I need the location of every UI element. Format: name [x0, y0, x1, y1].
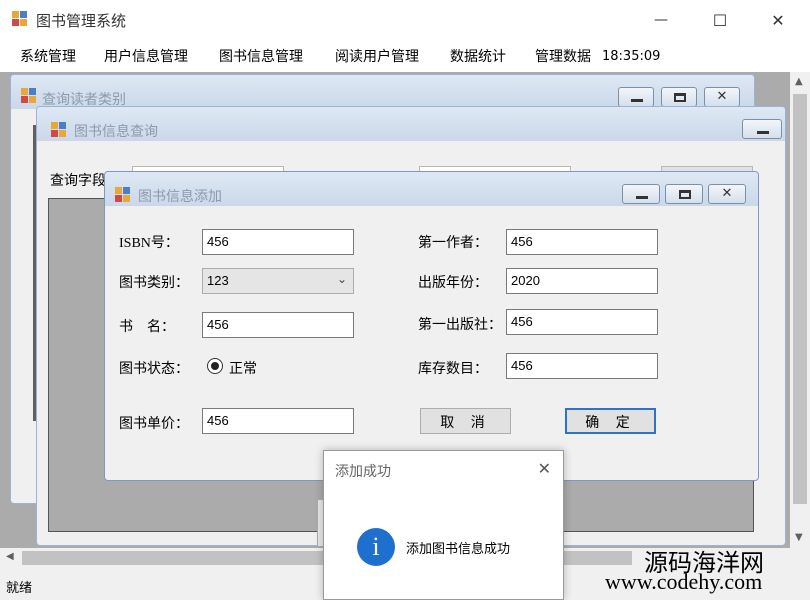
minimize-button[interactable] [742, 119, 782, 139]
isbn-input[interactable]: 456 [202, 229, 354, 255]
status-radio[interactable] [207, 358, 223, 374]
stock-input[interactable]: 456 [506, 353, 658, 379]
close-button[interactable]: ✕ [758, 6, 798, 34]
window-book-add: 图书信息添加 ✕ ISBN号： 456 图书类别： 123 ⌄ 书 名： 456… [104, 171, 759, 481]
ok-button[interactable]: 确 定 [565, 408, 656, 434]
information-icon: i [357, 528, 395, 566]
window-title: 图书信息查询 [74, 124, 158, 140]
minimize-button[interactable]: — [641, 6, 681, 34]
minimize-button[interactable] [618, 87, 654, 107]
message-box: 添加成功 ✕ i 添加图书信息成功 [323, 450, 564, 600]
scroll-up-icon[interactable]: ▲ [795, 76, 803, 87]
name-label: 书 名： [119, 319, 175, 335]
status-option-label[interactable]: 正常 [229, 358, 257, 378]
maximize-button[interactable] [665, 184, 703, 204]
window-titlebar: 图书信息添加 ✕ [105, 172, 758, 206]
menu-data-admin[interactable]: 管理数据 [535, 46, 591, 66]
window-icon [51, 122, 67, 138]
close-icon[interactable]: ✕ [538, 459, 551, 478]
app-titlebar: 图书管理系统 — ☐ ✕ [0, 0, 810, 40]
scroll-left-icon[interactable]: ◀ [6, 551, 14, 562]
watermark-url: www.codehy.com [605, 569, 763, 594]
cancel-button[interactable]: 取 消 [420, 408, 511, 434]
clock: 18:35:09 [602, 49, 661, 64]
scroll-thumb[interactable] [793, 94, 807, 504]
maximize-button[interactable] [661, 87, 697, 107]
name-input[interactable]: 456 [202, 312, 354, 338]
category-label: 图书类别： [119, 275, 189, 291]
category-select[interactable]: 123 ⌄ [202, 268, 354, 294]
query-field-label: 查询字段 [50, 173, 106, 189]
menu-system[interactable]: 系统管理 [20, 46, 76, 66]
publisher-label: 第一出版社： [418, 317, 502, 333]
close-button[interactable]: ✕ [708, 184, 746, 204]
scroll-down-icon[interactable]: ▼ [795, 532, 803, 543]
year-label: 出版年份： [418, 275, 488, 291]
isbn-label: ISBN号： [119, 236, 179, 251]
category-value: 123 [207, 273, 229, 288]
status-text: 就绪 [6, 581, 33, 596]
menu-user-info[interactable]: 用户信息管理 [104, 46, 188, 66]
author-input[interactable]: 456 [506, 229, 658, 255]
menu-reader[interactable]: 阅读用户管理 [335, 46, 419, 66]
message-box-title: 添加成功 [335, 464, 391, 480]
minimize-button[interactable] [622, 184, 660, 204]
author-label: 第一作者： [418, 235, 488, 251]
menu-bar: 系统管理 用户信息管理 图书信息管理 阅读用户管理 数据统计 管理数据 [0, 40, 810, 70]
close-button[interactable]: ✕ [704, 87, 740, 107]
price-label: 图书单价： [119, 416, 189, 432]
chevron-down-icon: ⌄ [336, 272, 347, 286]
message-text: 添加图书信息成功 [406, 542, 511, 557]
year-input[interactable]: 2020 [506, 268, 658, 294]
window-title: 图书信息添加 [138, 189, 222, 205]
window-icon [21, 88, 37, 104]
window-titlebar: 图书信息查询 [37, 107, 785, 141]
app-title: 图书管理系统 [36, 12, 127, 30]
app-icon [12, 11, 28, 27]
vertical-scrollbar[interactable]: ▲ ▼ [790, 72, 810, 548]
maximize-button[interactable]: ☐ [700, 6, 740, 34]
price-input[interactable]: 456 [202, 408, 354, 434]
window-icon [115, 187, 131, 203]
publisher-input[interactable]: 456 [506, 309, 658, 335]
status-label: 图书状态： [119, 361, 189, 377]
menu-book-info[interactable]: 图书信息管理 [219, 46, 303, 66]
stock-label: 库存数目： [418, 361, 488, 377]
window-titlebar: 查询读者类别 ✕ [11, 75, 754, 109]
menu-statistics[interactable]: 数据统计 [450, 46, 506, 66]
